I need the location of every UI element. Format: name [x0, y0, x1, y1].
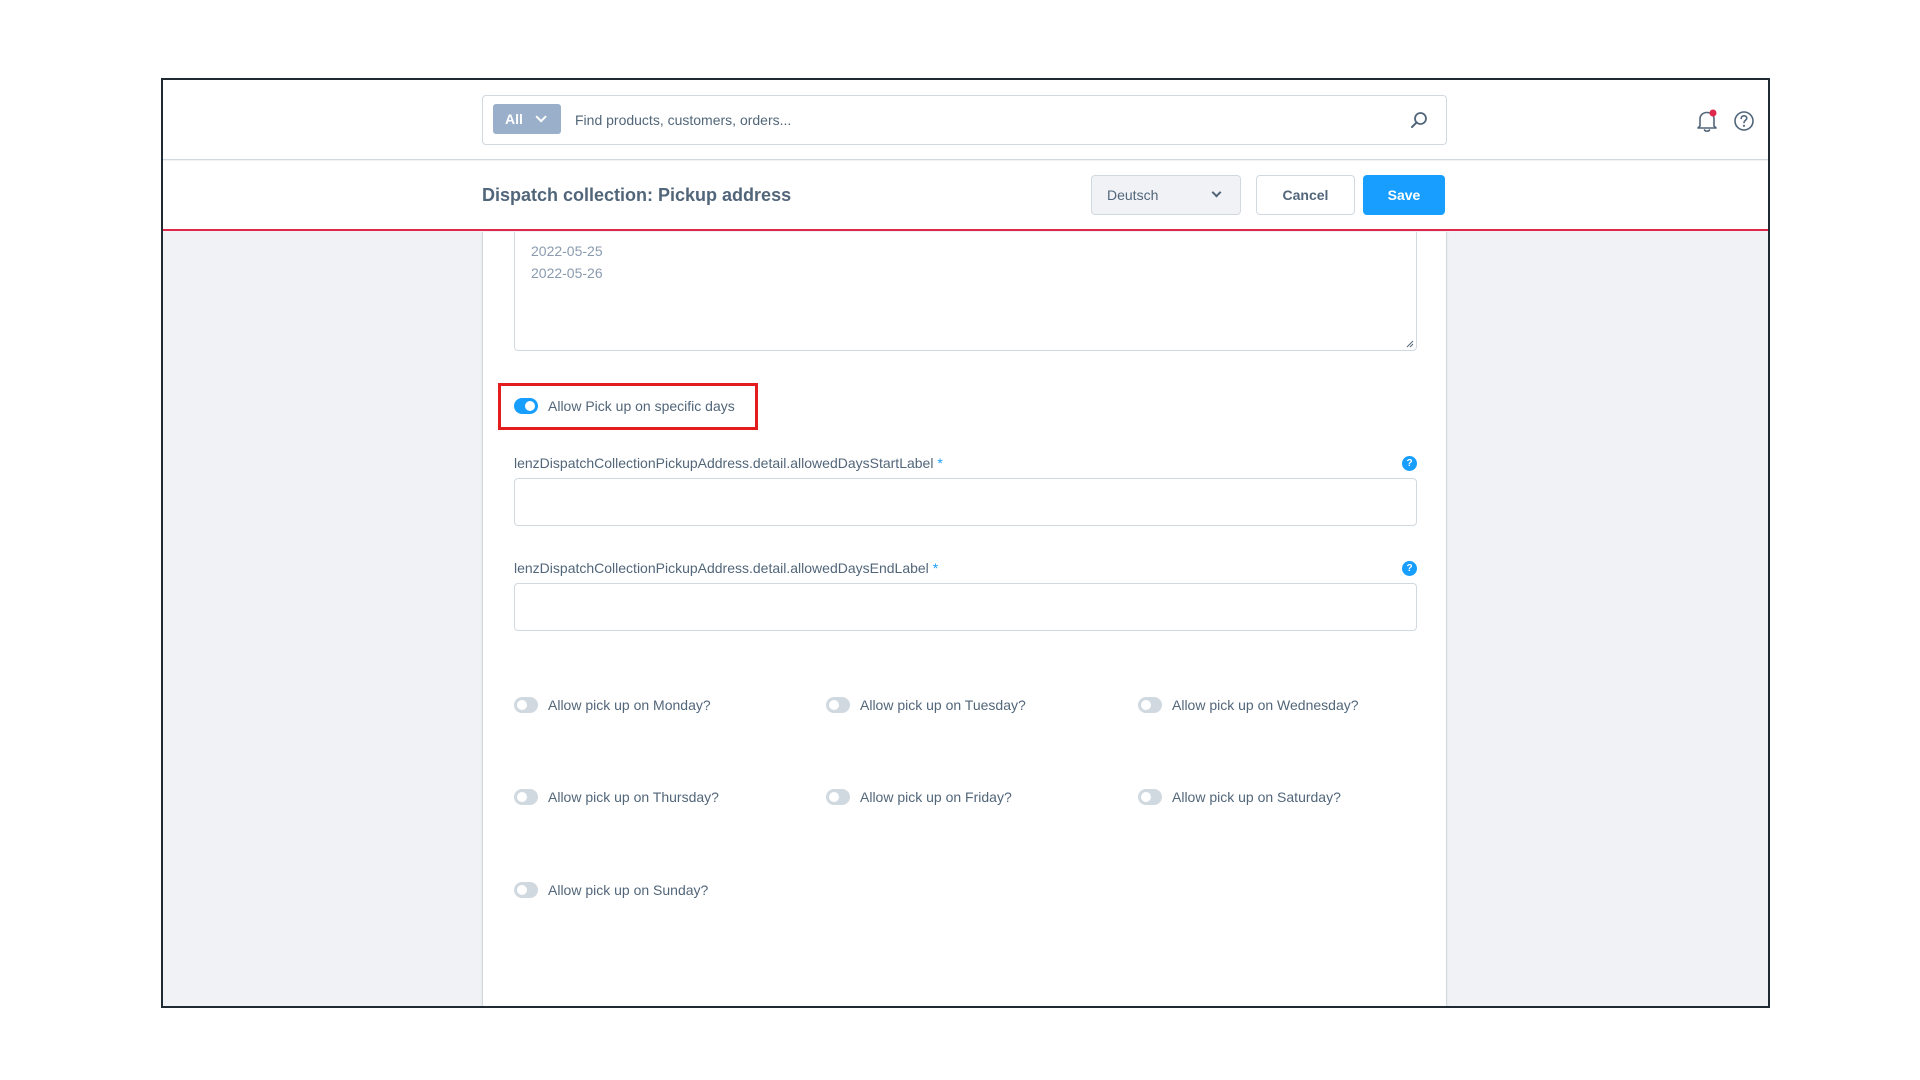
thursday-switch[interactable]	[514, 789, 538, 805]
start-field-label-text: lenzDispatchCollectionPickupAddress.deta…	[514, 455, 934, 471]
search-type-dropdown[interactable]: All	[493, 104, 561, 134]
specific-days-switch[interactable]	[514, 398, 538, 414]
required-mark: *	[932, 560, 939, 576]
sunday-label: Allow pick up on Sunday?	[548, 882, 709, 898]
cancel-button[interactable]: Cancel	[1256, 175, 1355, 215]
monday-toggle-row[interactable]: Allow pick up on Monday?	[514, 697, 711, 713]
language-select-value: Deutsch	[1107, 187, 1159, 203]
saturday-switch[interactable]	[1138, 789, 1162, 805]
start-field-input[interactable]	[514, 478, 1417, 526]
friday-toggle-row[interactable]: Allow pick up on Friday?	[826, 789, 1012, 805]
sunday-toggle-row[interactable]: Allow pick up on Sunday?	[514, 882, 708, 898]
search-icon[interactable]	[1410, 111, 1428, 129]
tuesday-switch[interactable]	[826, 697, 850, 713]
language-select[interactable]: Deutsch	[1091, 175, 1241, 215]
specific-days-label: Allow Pick up on specific days	[548, 398, 735, 414]
wednesday-switch[interactable]	[1138, 697, 1162, 713]
global-search: All	[482, 95, 1447, 145]
end-field-input[interactable]	[514, 583, 1417, 631]
specific-days-highlight: Allow Pick up on specific days	[498, 383, 758, 430]
friday-label: Allow pick up on Friday?	[860, 789, 1012, 805]
tuesday-toggle-row[interactable]: Allow pick up on Tuesday?	[826, 697, 1026, 713]
thursday-toggle-row[interactable]: Allow pick up on Thursday?	[514, 789, 719, 805]
thursday-label: Allow pick up on Thursday?	[548, 789, 719, 805]
help-icon[interactable]: ?	[1402, 561, 1417, 576]
friday-switch[interactable]	[826, 789, 850, 805]
required-mark: *	[937, 455, 943, 471]
smart-bar: Dispatch collection: Pickup address Deut…	[163, 161, 1768, 231]
help-icon[interactable]: ?	[1402, 456, 1417, 471]
help-icon[interactable]	[1733, 110, 1755, 132]
page-title: Dispatch collection: Pickup address	[482, 185, 792, 205]
monday-switch[interactable]	[514, 697, 538, 713]
monday-label: Allow pick up on Monday?	[548, 697, 711, 713]
end-field-label: lenzDispatchCollectionPickupAddress.deta…	[514, 560, 938, 576]
date-line: 2022-05-26	[531, 265, 603, 281]
bell-icon[interactable]	[1696, 109, 1718, 133]
start-field-label: lenzDispatchCollectionPickupAddress.deta…	[514, 455, 943, 471]
search-input[interactable]	[575, 104, 1375, 136]
wednesday-label: Allow pick up on Wednesday?	[1172, 697, 1359, 713]
date-line: 2022-05-25	[531, 243, 603, 259]
notification-dot	[1709, 109, 1717, 117]
detail-card: 2022-05-25 2022-05-26 Allow Pick up on s…	[482, 232, 1447, 1006]
chevron-down-icon	[1211, 187, 1222, 198]
wednesday-toggle-row[interactable]: Allow pick up on Wednesday?	[1138, 697, 1359, 713]
specific-days-toggle-row[interactable]: Allow Pick up on specific days	[514, 398, 735, 414]
end-field-label-text: lenzDispatchCollectionPickupAddress.deta…	[514, 560, 929, 576]
saturday-label: Allow pick up on Saturday?	[1172, 789, 1341, 805]
tuesday-label: Allow pick up on Tuesday?	[860, 697, 1026, 713]
top-bar: All	[163, 80, 1768, 160]
search-type-label: All	[505, 111, 523, 127]
dates-textarea[interactable]: 2022-05-25 2022-05-26	[514, 232, 1417, 351]
save-button[interactable]: Save	[1363, 175, 1445, 215]
resize-handle-icon[interactable]	[1406, 340, 1414, 348]
saturday-toggle-row[interactable]: Allow pick up on Saturday?	[1138, 789, 1341, 805]
app-frame: All Dispatch collection: Pickup address …	[161, 78, 1770, 1008]
chevron-down-icon	[535, 111, 547, 123]
sunday-switch[interactable]	[514, 882, 538, 898]
